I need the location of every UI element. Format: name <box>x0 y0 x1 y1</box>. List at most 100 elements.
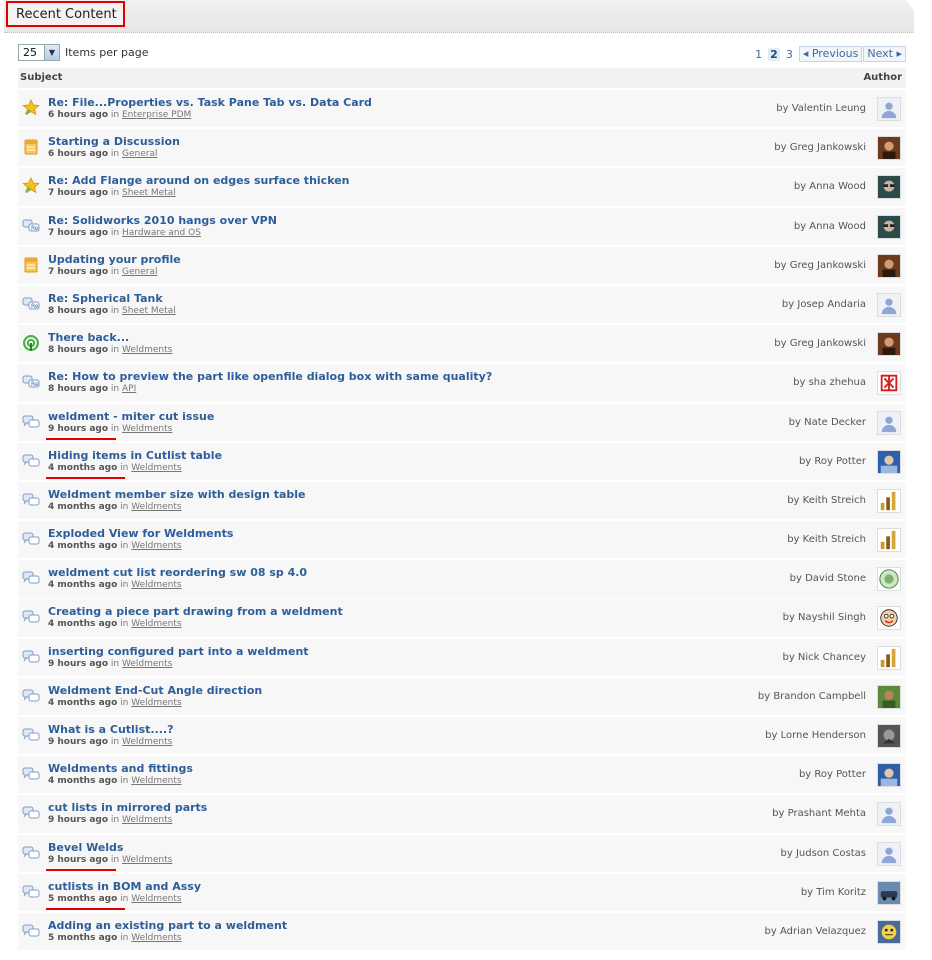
page-link-1[interactable]: 1 <box>755 48 762 61</box>
author-link[interactable]: by Valentin Leung <box>776 103 866 114</box>
next-page-button[interactable]: Next ▸ <box>863 46 906 62</box>
category-link[interactable]: Sheet Metal <box>122 188 176 198</box>
topic-title-link[interactable]: Re: File...Properties vs. Task Pane Tab … <box>48 96 372 109</box>
chevron-down-icon[interactable]: ▼ <box>44 45 59 60</box>
topic-title-link[interactable]: Bevel Welds <box>48 841 123 854</box>
author-link[interactable]: by Anna Wood <box>794 181 866 192</box>
category-link[interactable]: Hardware and OS <box>122 228 201 238</box>
topic-title-link[interactable]: Updating your profile <box>48 253 181 266</box>
document-icon <box>22 256 40 274</box>
list-item: Weldments and fittings 4 months ago in We… <box>18 756 906 794</box>
avatar[interactable] <box>877 332 901 357</box>
author-link[interactable]: by David Stone <box>790 573 866 584</box>
author-link[interactable]: by Adrian Velazquez <box>765 926 866 937</box>
avatar[interactable] <box>877 645 901 670</box>
per-page-select[interactable]: 25 ▼ <box>18 44 60 61</box>
column-header-subject[interactable]: Subject <box>20 68 62 88</box>
author-link[interactable]: by Judson Costas <box>781 848 867 859</box>
author-link[interactable]: by Prashant Mehta <box>772 808 866 819</box>
avatar[interactable] <box>877 253 901 278</box>
topic-title-link[interactable]: Re: Spherical Tank <box>48 292 163 305</box>
author-link[interactable]: by Nayshil Singh <box>783 612 866 623</box>
author-link[interactable]: by Lorne Henderson <box>765 730 866 741</box>
author-link[interactable]: by Greg Jankowski <box>774 260 866 271</box>
category-link[interactable]: API <box>122 384 136 394</box>
author-link[interactable]: by Brandon Campbell <box>758 691 866 702</box>
topic-title-link[interactable]: weldment cut list reordering sw 08 sp 4.… <box>48 566 307 579</box>
topic-title-link[interactable]: cutlists in BOM and Assy <box>48 880 201 893</box>
category-link[interactable]: Weldments <box>122 659 172 669</box>
category-link[interactable]: Weldments <box>122 424 172 434</box>
category-link[interactable]: Weldments <box>131 698 181 708</box>
category-link[interactable]: General <box>122 149 157 159</box>
topic-title-link[interactable]: weldment - miter cut issue <box>48 410 214 423</box>
author-link[interactable]: by Greg Jankowski <box>774 338 866 349</box>
topic-title-link[interactable]: Weldment End-Cut Angle direction <box>48 684 262 697</box>
topic-title-link[interactable]: Creating a piece part drawing from a wel… <box>48 605 343 618</box>
topic-title-link[interactable]: Re: Add Flange around on edges surface t… <box>48 174 350 187</box>
author-link[interactable]: by Anna Wood <box>794 221 866 232</box>
author-link[interactable]: by Keith Streich <box>787 495 866 506</box>
avatar[interactable] <box>877 97 901 121</box>
author-link[interactable]: by Nate Decker <box>789 417 866 428</box>
avatar[interactable] <box>877 175 901 200</box>
avatar[interactable] <box>877 488 901 513</box>
category-link[interactable]: Weldments <box>131 619 181 629</box>
author-link[interactable]: by sha zhehua <box>793 377 866 388</box>
topic-title-link[interactable]: Exploded View for Weldments <box>48 527 233 540</box>
category-link[interactable]: Weldments <box>122 815 172 825</box>
category-link[interactable]: Weldments <box>122 737 172 747</box>
category-link[interactable]: Weldments <box>131 502 181 512</box>
category-link[interactable]: Enterprise PDM <box>122 110 191 120</box>
topic-title-link[interactable]: Adding an existing part to a weldment <box>48 919 287 932</box>
category-link[interactable]: Weldments <box>131 933 181 943</box>
topic-title-link[interactable]: There back... <box>48 331 129 344</box>
avatar[interactable] <box>877 292 901 317</box>
category-link[interactable]: Weldments <box>131 541 181 551</box>
topic-title-link[interactable]: Hiding items in Cutlist table <box>48 449 222 462</box>
avatar[interactable] <box>877 606 901 631</box>
avatar[interactable] <box>877 684 901 709</box>
author-link[interactable]: by Tim Koritz <box>801 887 866 898</box>
page-link-2[interactable]: 2 <box>768 47 780 61</box>
column-header-author[interactable]: Author <box>863 68 902 88</box>
category-link[interactable]: General <box>122 267 157 277</box>
topic-title-link[interactable]: inserting configured part into a weldmen… <box>48 645 309 658</box>
avatar[interactable] <box>877 802 901 827</box>
avatar[interactable] <box>877 449 901 474</box>
author-link[interactable]: by Josep Andaria <box>782 299 866 310</box>
topic-title-link[interactable]: Weldments and fittings <box>48 762 193 775</box>
avatar[interactable] <box>877 136 901 161</box>
avatar[interactable] <box>877 214 901 239</box>
avatar[interactable] <box>877 880 901 905</box>
previous-page-button[interactable]: ◂ Previous <box>798 46 863 62</box>
category-link[interactable]: Weldments <box>131 776 181 786</box>
topic-title-link[interactable]: Re: How to preview the part like openfil… <box>48 370 492 383</box>
topic-title-link[interactable]: Re: Solidworks 2010 hangs over VPN <box>48 214 277 227</box>
topic-title-link[interactable]: Weldment member size with design table <box>48 488 306 501</box>
topic-title-link[interactable]: Starting a Discussion <box>48 135 180 148</box>
category-link[interactable]: Weldments <box>122 855 172 865</box>
category-link[interactable]: Weldments <box>131 463 181 473</box>
avatar[interactable] <box>877 567 901 592</box>
avatar[interactable] <box>877 724 901 748</box>
category-link[interactable]: Weldments <box>131 580 181 590</box>
avatar[interactable] <box>877 410 901 435</box>
topic-title-link[interactable]: What is a Cutlist....? <box>48 723 173 736</box>
avatar[interactable] <box>877 528 901 553</box>
author-link[interactable]: by Keith Streich <box>787 534 866 545</box>
avatar[interactable] <box>877 763 901 788</box>
avatar[interactable] <box>877 919 901 944</box>
topic-title-link[interactable]: cut lists in mirrored parts <box>48 801 207 814</box>
page-link-3[interactable]: 3 <box>786 48 793 61</box>
topic-meta: 5 months ago in Weldments <box>48 894 182 904</box>
author-link[interactable]: by Roy Potter <box>799 769 866 780</box>
category-link[interactable]: Weldments <box>131 894 181 904</box>
avatar[interactable] <box>877 371 901 396</box>
author-link[interactable]: by Greg Jankowski <box>774 142 866 153</box>
author-link[interactable]: by Nick Chancey <box>782 652 866 663</box>
author-link[interactable]: by Roy Potter <box>799 456 866 467</box>
category-link[interactable]: Weldments <box>122 345 172 355</box>
avatar[interactable] <box>877 841 901 866</box>
category-link[interactable]: Sheet Metal <box>122 306 176 316</box>
